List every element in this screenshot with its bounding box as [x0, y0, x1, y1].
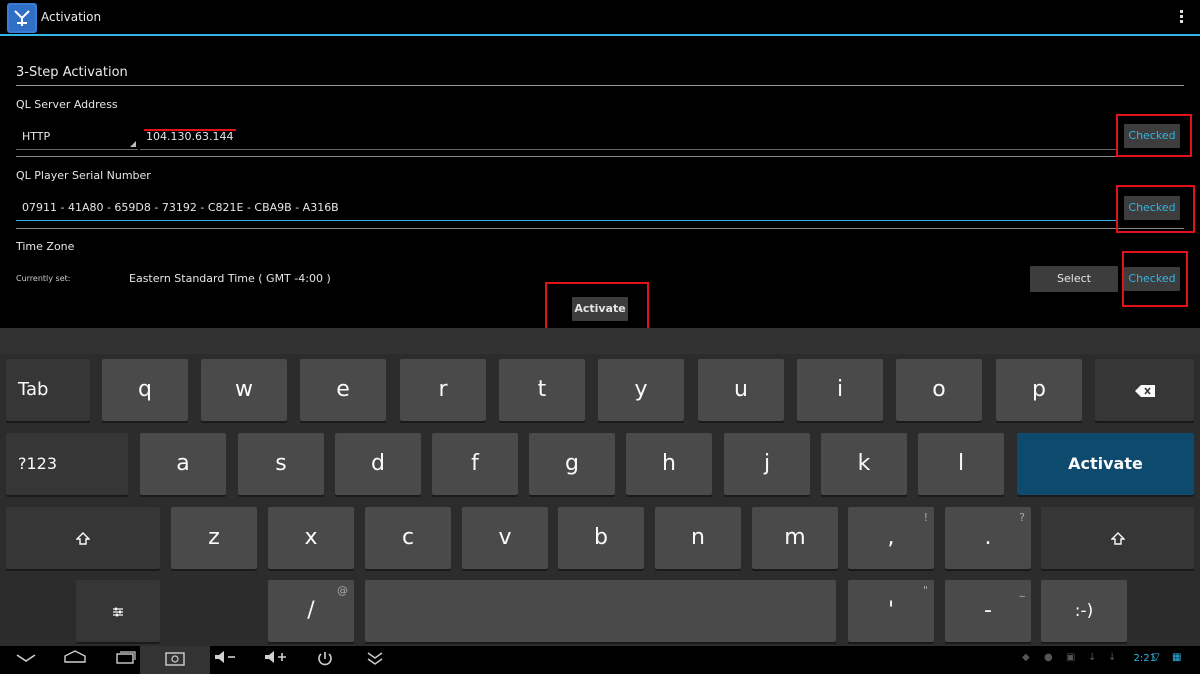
key-d[interactable]: d — [335, 433, 421, 495]
key-dash-label: - — [984, 598, 992, 623]
volume-down-icon[interactable] — [212, 650, 240, 670]
time-zone-value: Eastern Standard Time ( GMT -4:00 ) — [129, 272, 331, 285]
protocol-value: HTTP — [22, 130, 51, 143]
key-v[interactable]: v — [462, 507, 548, 569]
server-address-value: 104.130.63.144 — [146, 130, 234, 143]
annotation-underline — [144, 129, 236, 131]
key-apostrophe-label: ' — [887, 598, 895, 623]
key-g[interactable]: g — [529, 433, 615, 495]
ethernet-icon: ▦ — [1172, 652, 1182, 663]
key-y[interactable]: y — [598, 359, 684, 421]
serial-number-label: QL Player Serial Number — [16, 169, 151, 182]
time-zone-label: Time Zone — [16, 240, 75, 253]
space-key[interactable] — [365, 580, 836, 642]
recent-apps-icon[interactable] — [114, 650, 138, 670]
key-apostrophe[interactable]: ' " — [848, 580, 934, 642]
key-m[interactable]: m — [752, 507, 838, 569]
serial-number-input[interactable]: 07911 - 41A80 - 659D8 - 73192 - C821E - … — [16, 195, 1116, 221]
key-dash-hint: _ — [1019, 584, 1026, 597]
soft-keyboard: Tab q w e r t y u i o p ?123 a s d f g h… — [0, 328, 1200, 646]
key-u[interactable]: u — [698, 359, 784, 421]
key-j[interactable]: j — [724, 433, 810, 495]
backspace-key[interactable] — [1095, 359, 1194, 421]
key-a[interactable]: a — [140, 433, 226, 495]
key-q[interactable]: q — [102, 359, 188, 421]
key-comma-label: , — [887, 525, 895, 550]
action-bar: Activation — [0, 0, 1200, 36]
shift-icon — [75, 531, 91, 545]
volume-up-icon[interactable] — [262, 650, 290, 670]
key-w[interactable]: w — [201, 359, 287, 421]
key-comma-hint: ! — [923, 511, 928, 524]
key-k[interactable]: k — [821, 433, 907, 495]
shift-key-right[interactable] — [1041, 507, 1194, 569]
download-icon-2: ↓ — [1108, 652, 1117, 663]
spinner-arrow-icon — [130, 141, 136, 147]
key-c[interactable]: c — [365, 507, 451, 569]
section-divider — [16, 85, 1184, 86]
key-dash[interactable]: - _ — [945, 580, 1031, 642]
smiley-key[interactable]: :-) — [1041, 580, 1127, 642]
key-s[interactable]: s — [238, 433, 324, 495]
signal-icon: ● — [1044, 652, 1053, 663]
key-i[interactable]: i — [797, 359, 883, 421]
enter-activate-key[interactable]: Activate — [1017, 433, 1194, 495]
key-e[interactable]: e — [300, 359, 386, 421]
key-b[interactable]: b — [558, 507, 644, 569]
app-title: Activation — [41, 10, 102, 24]
system-nav-bar: ◆ ● ▣ ↓ ↓ 2:21 ▽ ▦ — [0, 646, 1200, 674]
app-icon[interactable] — [7, 3, 37, 33]
symbols-key[interactable]: ?123 — [6, 433, 128, 495]
shift-key-left[interactable] — [6, 507, 160, 569]
settings-icon — [113, 607, 123, 616]
annotation-box-activate — [545, 282, 649, 330]
key-apostrophe-hint: " — [922, 584, 928, 597]
key-o[interactable]: o — [896, 359, 982, 421]
key-period-label: . — [984, 525, 992, 550]
server-address-input[interactable]: 104.130.63.144 — [140, 124, 1116, 150]
tab-key[interactable]: Tab — [6, 359, 90, 421]
key-slash-label: / — [307, 598, 315, 623]
serial-row-divider — [16, 228, 1184, 229]
shift-icon — [1109, 531, 1126, 545]
key-n[interactable]: n — [655, 507, 741, 569]
power-icon[interactable] — [314, 650, 336, 670]
currently-set-label: Currently set: — [16, 274, 71, 283]
key-h[interactable]: h — [626, 433, 712, 495]
key-period-hint: ? — [1019, 511, 1025, 524]
server-address-label: QL Server Address — [16, 98, 118, 111]
key-l[interactable]: l — [918, 433, 1004, 495]
keyboard-suggestion-strip — [0, 328, 1200, 354]
image-icon: ▣ — [1066, 652, 1076, 663]
activation-form: 3-Step Activation QL Server Address HTTP… — [0, 38, 1200, 330]
bluetooth-icon: ▽ — [1152, 652, 1160, 663]
screenshot-icon[interactable] — [140, 646, 210, 674]
annotation-box-serial — [1116, 185, 1195, 233]
key-f[interactable]: f — [432, 433, 518, 495]
key-p[interactable]: p — [996, 359, 1082, 421]
annotation-box-server — [1116, 114, 1192, 157]
home-icon[interactable] — [62, 650, 88, 670]
key-period[interactable]: . ? — [945, 507, 1031, 569]
key-slash-hint: @ — [337, 584, 348, 597]
download-icon: ↓ — [1088, 652, 1097, 663]
serial-number-value: 07911 - 41A80 - 659D8 - 73192 - C821E - … — [22, 201, 339, 214]
annotation-box-timezone — [1122, 251, 1188, 307]
wifi-icon: ◆ — [1022, 652, 1030, 663]
backspace-icon — [1134, 384, 1155, 397]
overflow-menu-icon[interactable] — [1180, 10, 1184, 26]
collapse-icon[interactable] — [364, 650, 386, 670]
key-comma[interactable]: , ! — [848, 507, 934, 569]
key-r[interactable]: r — [400, 359, 486, 421]
key-slash[interactable]: / @ — [268, 580, 354, 642]
server-row-divider — [16, 156, 1184, 157]
hide-keyboard-icon[interactable] — [14, 650, 38, 670]
protocol-spinner[interactable]: HTTP — [16, 124, 138, 150]
settings-key[interactable] — [76, 580, 160, 642]
key-z[interactable]: z — [171, 507, 257, 569]
section-title: 3-Step Activation — [16, 65, 128, 80]
key-t[interactable]: t — [499, 359, 585, 421]
select-time-zone-button[interactable]: Select — [1030, 266, 1118, 292]
